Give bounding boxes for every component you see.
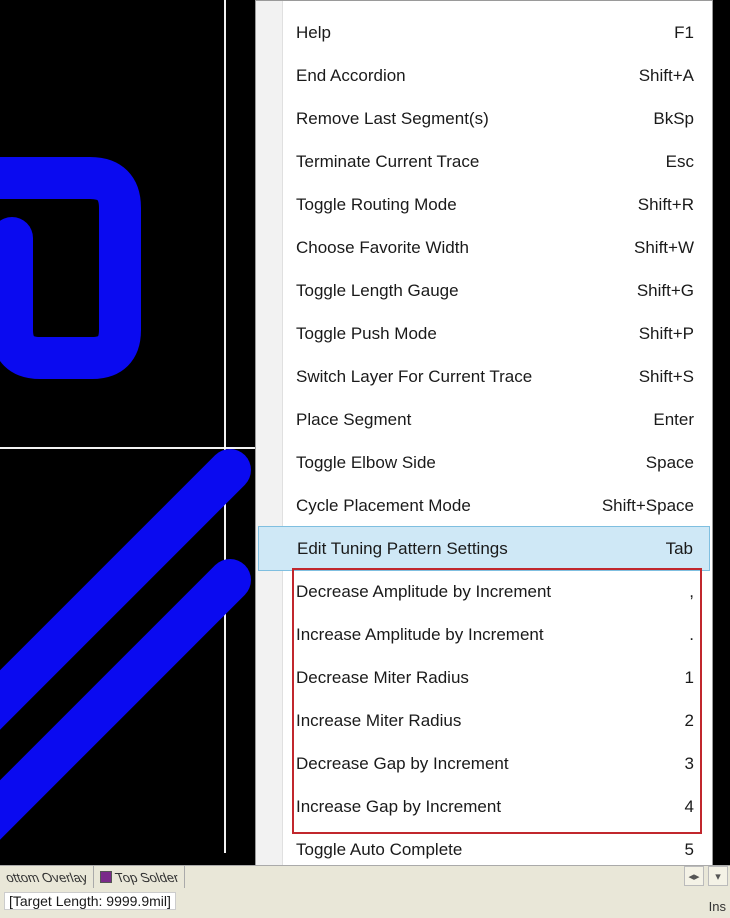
menu-item-label: Decrease Gap by Increment (296, 754, 584, 774)
menu-item-shortcut: Shift+Space (584, 496, 694, 516)
menu-item[interactable]: End AccordionShift+A (256, 54, 712, 97)
context-menu: HelpF1End AccordionShift+ARemove Last Se… (255, 0, 713, 918)
menu-item-shortcut: 2 (584, 711, 694, 731)
menu-item-label: Toggle Auto Complete (296, 840, 584, 860)
menu-item-shortcut: Space (584, 453, 694, 473)
menu-item[interactable]: Switch Layer For Current TraceShift+S (256, 355, 712, 398)
app-stage: HelpF1End AccordionShift+ARemove Last Se… (0, 0, 730, 918)
menu-item[interactable]: Choose Favorite WidthShift+W (256, 226, 712, 269)
menu-item-label: Cycle Placement Mode (296, 496, 584, 516)
status-target-length: [Target Length: 9999.9mil] (4, 892, 176, 910)
menu-item-label: Decrease Amplitude by Increment (296, 582, 584, 602)
menu-item-shortcut: , (584, 582, 694, 602)
menu-item-shortcut: . (584, 625, 694, 645)
menu-item-shortcut: 3 (584, 754, 694, 774)
menu-item-label: Toggle Elbow Side (296, 453, 584, 473)
layer-swatch-icon (100, 871, 112, 883)
menu-item-label: Edit Tuning Pattern Settings (297, 539, 583, 559)
insert-mode-indicator: Ins (709, 899, 726, 914)
menu-item-shortcut: 5 (584, 840, 694, 860)
menu-item-label: Toggle Length Gauge (296, 281, 584, 301)
menu-item[interactable]: Place SegmentEnter (256, 398, 712, 441)
tab-label: Top Solder (113, 870, 181, 885)
menu-item-label: Toggle Routing Mode (296, 195, 584, 215)
menu-item[interactable]: Toggle Routing ModeShift+R (256, 183, 712, 226)
menu-item-shortcut: BkSp (584, 109, 694, 129)
menu-item-shortcut: 1 (584, 668, 694, 688)
pcb-canvas[interactable] (0, 0, 255, 888)
menu-item-shortcut: Shift+A (584, 66, 694, 86)
menu-item-shortcut: Shift+W (584, 238, 694, 258)
menu-item-shortcut: F1 (584, 23, 694, 43)
tab-label: ottom Overlay (3, 870, 89, 885)
menu-item-label: Toggle Push Mode (296, 324, 584, 344)
menu-item-label: Decrease Miter Radius (296, 668, 584, 688)
menu-item-shortcut: Shift+R (584, 195, 694, 215)
menu-item[interactable]: Increase Gap by Increment4 (256, 785, 712, 828)
layer-tabs[interactable]: ottom Overlay Top Solder (0, 866, 185, 888)
menu-item-shortcut: Shift+S (584, 367, 694, 387)
menu-item[interactable]: Decrease Miter Radius1 (256, 656, 712, 699)
menu-item-shortcut: Enter (584, 410, 694, 430)
menu-item-shortcut: Shift+G (584, 281, 694, 301)
menu-item[interactable]: Decrease Amplitude by Increment, (256, 570, 712, 613)
toolbar-mini-buttons: ◂▸ ▾ (684, 866, 728, 886)
menu-item-label: Place Segment (296, 410, 584, 430)
routing-trace (0, 0, 255, 888)
bottom-bar: ottom Overlay Top Solder [Target Length:… (0, 865, 730, 918)
layer-tab-top-solder[interactable]: Top Solder (94, 866, 185, 888)
menu-item-label: Choose Favorite Width (296, 238, 584, 258)
mini-button-b[interactable]: ▾ (708, 866, 728, 886)
menu-item[interactable]: Remove Last Segment(s)BkSp (256, 97, 712, 140)
menu-item-label: Switch Layer For Current Trace (296, 367, 584, 387)
menu-item[interactable]: Cycle Placement ModeShift+Space (256, 484, 712, 527)
menu-item-shortcut: Esc (584, 152, 694, 172)
menu-item[interactable]: Edit Tuning Pattern SettingsTab (258, 526, 710, 571)
menu-item-shortcut: Tab (583, 539, 693, 559)
menu-item-label: Remove Last Segment(s) (296, 109, 584, 129)
mini-button-a[interactable]: ◂▸ (684, 866, 704, 886)
menu-item[interactable]: HelpF1 (256, 11, 712, 54)
menu-item[interactable]: Toggle Push ModeShift+P (256, 312, 712, 355)
menu-item[interactable]: Increase Miter Radius2 (256, 699, 712, 742)
menu-item[interactable]: Increase Amplitude by Increment. (256, 613, 712, 656)
menu-item[interactable]: Terminate Current TraceEsc (256, 140, 712, 183)
menu-item[interactable]: Decrease Gap by Increment3 (256, 742, 712, 785)
menu-item-shortcut: 4 (584, 797, 694, 817)
menu-item-shortcut: Shift+P (584, 324, 694, 344)
menu-item-label: Increase Amplitude by Increment (296, 625, 584, 645)
menu-item[interactable]: Toggle Length GaugeShift+G (256, 269, 712, 312)
menu-item[interactable]: Toggle Elbow SideSpace (256, 441, 712, 484)
menu-item-label: Increase Gap by Increment (296, 797, 584, 817)
menu-item-label: Help (296, 23, 584, 43)
menu-item-label: Increase Miter Radius (296, 711, 584, 731)
menu-item-label: End Accordion (296, 66, 584, 86)
menu-item-label: Terminate Current Trace (296, 152, 584, 172)
layer-tab-bottom-overlay[interactable]: ottom Overlay (0, 866, 94, 888)
